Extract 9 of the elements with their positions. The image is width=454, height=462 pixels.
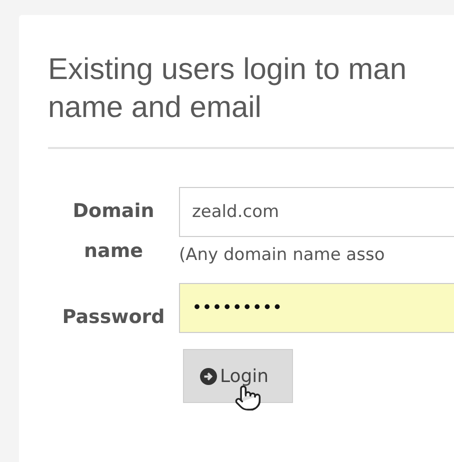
- input-field[interactable]: •••••••••: [179, 283, 454, 333]
- login-button[interactable]: Login: [183, 349, 293, 403]
- field-label: Domain name: [72, 199, 156, 264]
- input-field[interactable]: zeald.com: [179, 187, 454, 237]
- field-hint: (Any domain name asso: [179, 245, 385, 265]
- hand-cursor-icon: [234, 384, 262, 412]
- field-label: Password: [61, 305, 166, 330]
- page-heading: Existing users login to man name and email: [48, 52, 407, 126]
- arrow-circle-icon: [200, 368, 217, 384]
